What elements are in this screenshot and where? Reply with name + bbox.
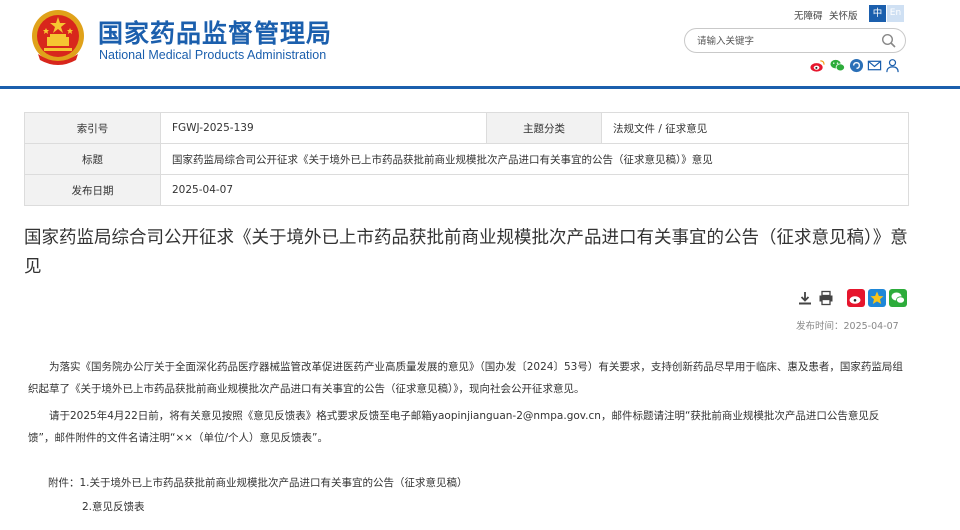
attachment-prefix: 附件： — [48, 477, 80, 489]
attachment-link-notice-draft[interactable]: 1.关于境外已上市药品获批前商业规模批次产品进口有关事宜的公告（征求意见稿） — [80, 477, 468, 489]
attachment-line: 附件：1.关于境外已上市药品获批前商业规模批次产品进口有关事宜的公告（征求意见稿… — [48, 475, 468, 490]
search-icon[interactable] — [881, 33, 897, 49]
attachment-link-feedback-form[interactable]: 2.意见反馈表 — [82, 501, 145, 513]
site-title-english[interactable]: National Medical Products Administration — [99, 48, 326, 62]
date-value: 2025-04-07 — [160, 174, 909, 206]
article-paragraph: 为落实《国务院办公厅关于全面深化药品医疗器械监管改革促进医药产业高质量发展的意见… — [28, 361, 903, 395]
user-icon[interactable] — [885, 58, 900, 73]
header-divider — [0, 86, 960, 89]
table-row: 标题 国家药监局综合司公开征求《关于境外已上市药品获批前商业规模批次产品进口有关… — [24, 143, 909, 175]
article-paragraph: 请于2025年4月22日前，将有关意见按照《意见反馈表》格式要求反馈至电子邮箱y… — [28, 410, 880, 444]
national-emblem-icon[interactable] — [30, 8, 86, 66]
category-label: 主题分类 — [486, 112, 602, 144]
print-icon[interactable] — [818, 290, 834, 306]
attachment-line: 2.意见反馈表 — [82, 499, 145, 514]
publish-time: 发布时间：2025-04-07 — [796, 321, 899, 332]
site-header: 国家药品监督管理局 National Medical Products Admi… — [0, 0, 960, 90]
index-value: FGWJ-2025-139 — [160, 112, 487, 144]
table-row: 索引号 FGWJ-2025-139 主题分类 法规文件 / 征求意见 — [24, 112, 909, 144]
table-row: 发布日期 2025-04-07 — [24, 174, 909, 206]
elderly-mode-link[interactable]: 关怀版 — [829, 8, 858, 22]
weibo-share-icon[interactable] — [847, 289, 865, 307]
wechat-share-icon[interactable] — [889, 289, 907, 307]
lang-en-button[interactable]: En — [887, 5, 904, 22]
qzone-share-icon[interactable] — [868, 289, 886, 307]
search-box — [684, 28, 906, 53]
weibo-icon[interactable] — [810, 58, 825, 73]
category-value: 法规文件 / 征求意见 — [601, 112, 909, 144]
article-title: 国家药监局综合司公开征求《关于境外已上市药品获批前商业规模批次产品进口有关事宜的… — [24, 228, 908, 277]
search-input[interactable] — [697, 32, 872, 50]
title-value: 国家药监局综合司公开征求《关于境外已上市药品获批前商业规模批次产品进口有关事宜的… — [160, 143, 909, 175]
date-label: 发布日期 — [24, 174, 161, 206]
title-label: 标题 — [24, 143, 161, 175]
accessibility-link[interactable]: 无障碍 — [794, 8, 823, 22]
index-label: 索引号 — [24, 112, 161, 144]
document-info-table: 索引号 FGWJ-2025-139 主题分类 法规文件 / 征求意见 标题 国家… — [24, 112, 909, 206]
miniprogram-icon[interactable] — [849, 58, 864, 73]
mail-icon[interactable] — [867, 58, 882, 73]
lang-cn-button[interactable]: 中 — [869, 5, 886, 22]
site-title[interactable]: 国家药品监督管理局 — [98, 14, 332, 50]
download-icon[interactable] — [797, 290, 813, 306]
wechat-icon[interactable] — [830, 58, 845, 73]
